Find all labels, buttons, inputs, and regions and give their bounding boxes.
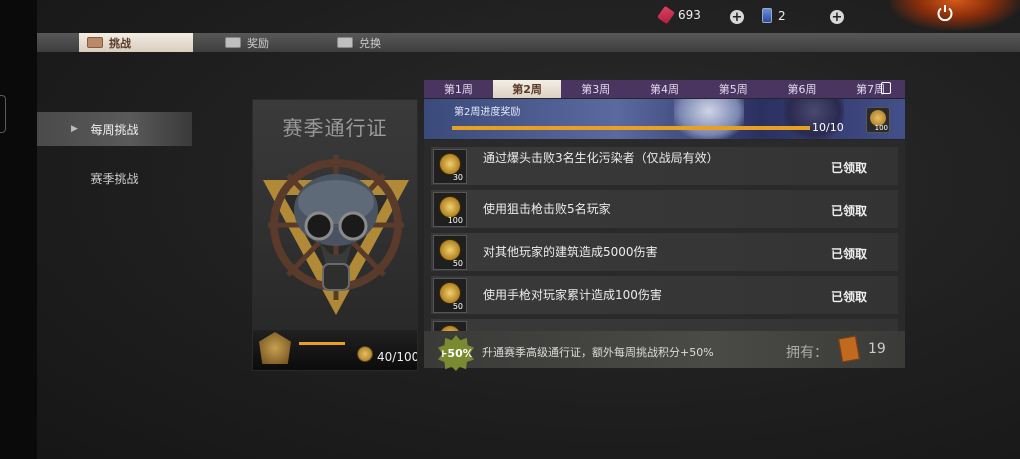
banner-title: 第2周进度奖励	[454, 107, 521, 118]
coin-icon	[439, 282, 461, 304]
tab-challenge[interactable]: 挑战	[79, 33, 193, 52]
gasmask-emblem-image	[263, 155, 409, 315]
power-icon	[937, 5, 953, 22]
add-card-button[interactable]: +	[830, 10, 844, 24]
task-list: 30 通过爆头击败3名生化污染者（仅战局有效） 已领取 100 使用狙击枪击败5…	[424, 140, 905, 331]
task-reward-slot[interactable]: 50	[433, 235, 467, 270]
pass-title: 赛季通行证	[282, 116, 388, 140]
reward-qty: 30	[452, 173, 463, 182]
task-row: 100 使用狙击枪击败5名玩家 已领取	[430, 189, 899, 229]
task-row-partial	[430, 318, 899, 331]
tab-bar: 挑战 奖励 兑换	[37, 33, 1020, 52]
task-reward-slot[interactable]: 30	[433, 149, 467, 184]
reward-qty: 100	[874, 124, 888, 132]
task-row: 50 对其他玩家的建筑造成5000伤害 已领取	[430, 232, 899, 272]
challenge-tab-icon	[87, 37, 103, 48]
task-row: 50 使用手枪对玩家累计造成100伤害 已领取	[430, 275, 899, 315]
task-reward-slot[interactable]: 50	[433, 278, 467, 313]
bonus-badge: +50%	[438, 335, 474, 371]
reward-qty: 50	[452, 302, 463, 311]
own-label: 拥有：	[786, 345, 828, 361]
banner-progress-bar	[452, 126, 810, 130]
lock-icon	[881, 82, 891, 94]
character-art	[674, 99, 744, 139]
card-icon	[762, 8, 772, 23]
reward-qty: 100	[447, 216, 463, 225]
season-pass-card[interactable]: 赛季通行证 40/100	[252, 99, 418, 371]
screen-edge	[0, 0, 37, 459]
task-reward-slot[interactable]	[433, 321, 467, 331]
task-description: 通过爆头击败3名生化污染者（仅战局有效）	[483, 151, 719, 165]
tab-label: 兑换	[359, 36, 381, 50]
card-count: 2	[778, 8, 786, 23]
sidebar-item-label: 赛季挑战	[90, 171, 139, 186]
task-description: 使用狙击枪击败5名玩家	[483, 202, 611, 216]
ticket-resource: 693	[657, 5, 701, 25]
sidebar-item-weekly-challenge[interactable]: ▶ 每周挑战	[37, 112, 192, 146]
exchange-tab-icon	[337, 37, 353, 48]
week-tab-7[interactable]: 第7周	[836, 80, 905, 98]
own-count: 19	[868, 341, 886, 357]
week-tab-1[interactable]: 第1周	[424, 80, 493, 98]
tab-exchange[interactable]: 兑换	[329, 33, 419, 52]
task-status: 已领取	[831, 290, 868, 304]
task-description: 使用手枪对玩家累计造成100伤害	[483, 288, 662, 302]
tab-label: 挑战	[109, 36, 131, 50]
selected-arrow-icon: ▶	[71, 124, 78, 134]
add-ticket-button[interactable]: +	[730, 10, 744, 24]
coin-icon	[439, 196, 461, 218]
task-row: 30 通过爆头击败3名生化污染者（仅战局有效） 已领取	[430, 146, 899, 186]
tab-label: 奖励	[247, 36, 269, 50]
banner-progress-text: 10/10	[812, 121, 844, 134]
week-tab-6[interactable]: 第6周	[768, 80, 837, 98]
week-tab-2[interactable]: 第2周	[492, 80, 562, 98]
reward-qty: 50	[452, 259, 463, 268]
week-tab-4[interactable]: 第4周	[630, 80, 699, 98]
tab-reward[interactable]: 奖励	[217, 33, 307, 52]
power-button[interactable]	[934, 2, 956, 24]
pass-ticket-icon	[838, 335, 860, 363]
week-tab-3[interactable]: 第3周	[561, 80, 630, 98]
task-status: 已领取	[831, 204, 868, 218]
task-description: 对其他玩家的建筑造成5000伤害	[483, 245, 658, 259]
week-progress-banner: 第2周进度奖励 10/10 100	[424, 99, 905, 139]
pass-progress-bar	[299, 342, 345, 345]
coin-icon	[357, 346, 373, 362]
coin-icon	[439, 239, 461, 261]
sidebar-item-season-challenge[interactable]: 赛季挑战	[37, 161, 192, 195]
banner-reward-slot[interactable]: 100	[866, 107, 890, 133]
sidebar-item-label: 每周挑战	[90, 122, 139, 137]
bonus-text: 升通赛季高级通行证，额外每周挑战积分+50%	[482, 346, 714, 359]
task-status: 已领取	[831, 247, 868, 261]
week-tab-5[interactable]: 第5周	[699, 80, 768, 98]
week-tabs: 第1周 第2周 第3周 第4周 第5周 第6周 第7周	[424, 80, 905, 98]
task-status: 已领取	[831, 161, 868, 175]
ticket-count: 693	[678, 8, 701, 22]
card-resource: 2	[762, 8, 786, 23]
ticket-icon	[657, 5, 675, 25]
task-reward-slot[interactable]: 100	[433, 192, 467, 227]
pass-points: 40/100	[377, 350, 418, 364]
device-notch	[0, 95, 6, 133]
coin-icon	[439, 153, 461, 175]
reward-tab-icon	[225, 37, 241, 48]
pass-bonus-bar: +50% 升通赛季高级通行证，额外每周挑战积分+50% 拥有： 19	[424, 331, 905, 371]
